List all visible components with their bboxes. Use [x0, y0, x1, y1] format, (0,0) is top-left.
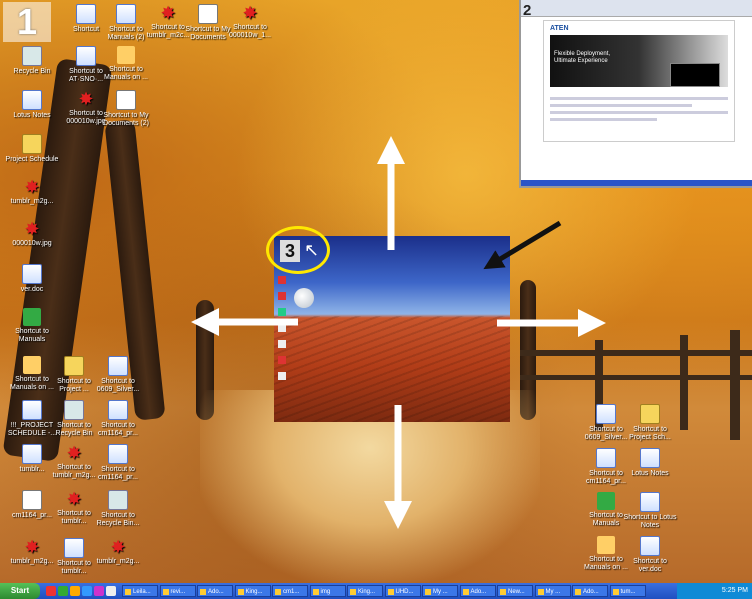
quick-launch-icon[interactable]: [70, 586, 80, 596]
app-icon: [500, 589, 506, 595]
app-icon: [425, 589, 431, 595]
direction-arrows: [191, 136, 606, 529]
app-icon: [162, 589, 169, 595]
start-button[interactable]: Start: [0, 583, 40, 599]
taskbar-button[interactable]: Ado...: [459, 585, 496, 597]
taskbar-button-label: New...: [508, 589, 525, 595]
taskbar-button-label: Ado...: [208, 589, 224, 595]
app-icon: [575, 589, 581, 595]
taskbar-button[interactable]: King...: [234, 585, 271, 597]
taskbar-button-label: Ado...: [583, 589, 599, 595]
taskbar-button-label: img: [320, 589, 331, 595]
taskbar-button[interactable]: New...: [497, 585, 533, 597]
clock: 5:25 PM: [721, 587, 748, 594]
quick-launch-icon[interactable]: [106, 586, 116, 596]
taskbar-button[interactable]: UHD...: [384, 585, 421, 597]
taskbar-button-label: revi...: [170, 589, 186, 595]
taskbar-button[interactable]: My ...: [422, 585, 458, 597]
taskbar-button-label: My ...: [433, 589, 448, 595]
taskbar-button-label: cm1...: [283, 589, 300, 595]
system-tray[interactable]: 5:25 PM: [677, 583, 752, 599]
app-icon: [200, 589, 206, 595]
taskbar-button[interactable]: tum...: [609, 585, 646, 597]
app-icon: [612, 589, 619, 595]
taskbar-button-label: Ado...: [470, 589, 487, 595]
taskbar-button[interactable]: Ado...: [197, 585, 233, 597]
quick-launch-icon[interactable]: [94, 586, 104, 596]
taskbar-button-label: Leila...: [133, 589, 151, 595]
taskbar-button[interactable]: cm1...: [272, 585, 308, 597]
app-icon: [350, 589, 356, 595]
quick-launch-icon[interactable]: [82, 586, 92, 596]
app-icon: [312, 589, 319, 595]
taskbar-button[interactable]: revi...: [159, 585, 196, 597]
app-icon: [237, 589, 244, 595]
app-icon: [462, 589, 469, 595]
taskbar: Start Leila... revi... Ado... King... cm1...…: [0, 583, 752, 599]
taskbar-button[interactable]: King...: [347, 585, 383, 597]
app-icon: [125, 589, 131, 595]
taskbar-button[interactable]: My ...: [534, 585, 571, 597]
taskbar-button-label: tum...: [620, 589, 636, 595]
taskbar-button[interactable]: Ado...: [572, 585, 608, 597]
arrow-pointer-icon: [483, 220, 562, 270]
taskbar-button[interactable]: img: [309, 585, 346, 597]
quick-launch-icon[interactable]: [46, 586, 56, 596]
taskbar-button[interactable]: Leila...: [122, 585, 158, 597]
quick-launch-icon[interactable]: [58, 586, 68, 596]
taskbar-button-label: My ...: [545, 589, 561, 595]
taskbar-button-label: King...: [358, 589, 376, 595]
app-icon: [275, 589, 281, 595]
app-icon: [537, 589, 544, 595]
taskbar-button-label: UHD...: [395, 589, 414, 595]
app-icon: [387, 589, 394, 595]
taskbar-button-label: King...: [245, 589, 263, 595]
